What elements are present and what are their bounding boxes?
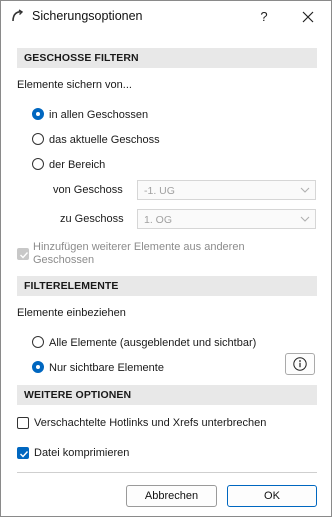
to-floor-value: 1. OG (144, 214, 173, 226)
section-title-more: WEITERE OPTIONEN (24, 389, 132, 401)
add-other-floors-checkbox[interactable] (17, 248, 29, 260)
section-header-more: WEITERE OPTIONEN (17, 385, 317, 405)
to-floor-select[interactable]: 1. OG (137, 209, 316, 229)
from-floor-label: von Geschoss (53, 184, 123, 196)
dialog-window: Sicherungsoptionen ? GESCHOSSE FILTERN E… (0, 0, 332, 517)
checkmark-icon (20, 252, 29, 259)
close-button[interactable] (294, 6, 322, 28)
radio-current-floor-label[interactable]: das aktuelle Geschoss (49, 134, 160, 146)
info-button[interactable] (285, 353, 315, 375)
from-floor-value: -1. UG (144, 185, 175, 197)
radio-all-elements[interactable] (32, 336, 44, 348)
section-header-filter: FILTERELEMENTE (17, 276, 317, 296)
radio-all-elements-label[interactable]: Alle Elemente (ausgeblendet und sichtbar… (49, 337, 256, 349)
title-bar: Sicherungsoptionen ? (1, 1, 331, 33)
radio-visible-elements-label[interactable]: Nur sichtbare Elemente (49, 362, 164, 374)
chevron-down-icon (300, 216, 310, 222)
help-button[interactable]: ? (252, 6, 276, 28)
radio-visible-elements[interactable] (32, 361, 44, 373)
footer-divider (17, 472, 317, 473)
compress-file-label[interactable]: Datei komprimieren (34, 447, 129, 459)
section-title-floors: GESCHOSSE FILTERN (24, 52, 139, 64)
from-floor-select[interactable]: -1. UG (137, 180, 316, 200)
radio-floor-range[interactable] (32, 158, 44, 170)
radio-current-floor[interactable] (32, 133, 44, 145)
break-hotlinks-checkbox[interactable] (17, 417, 29, 429)
to-floor-label: zu Geschoss (60, 213, 124, 225)
archicad-logo-icon (10, 9, 24, 23)
chevron-down-icon (300, 187, 310, 193)
section-title-filter: FILTERELEMENTE (24, 280, 119, 292)
radio-all-floors[interactable] (32, 108, 44, 120)
window-title: Sicherungsoptionen (32, 9, 143, 23)
close-icon (302, 11, 314, 23)
compress-file-checkbox[interactable] (17, 447, 29, 459)
ok-button[interactable]: OK (227, 485, 317, 507)
save-from-label: Elemente sichern von... (17, 79, 132, 91)
include-elements-label: Elemente einbeziehen (17, 307, 126, 319)
checkmark-icon (20, 451, 29, 458)
cancel-button[interactable]: Abbrechen (126, 485, 217, 507)
break-hotlinks-label[interactable]: Verschachtelte Hotlinks und Xrefs unterb… (34, 417, 266, 429)
section-header-floors: GESCHOSSE FILTERN (17, 48, 317, 68)
radio-all-floors-label[interactable]: in allen Geschossen (49, 109, 148, 121)
info-icon (293, 357, 307, 371)
radio-floor-range-label[interactable]: der Bereich (49, 159, 105, 171)
add-other-floors-label: Hinzufügen weiterer Elemente aus anderen… (33, 241, 245, 266)
